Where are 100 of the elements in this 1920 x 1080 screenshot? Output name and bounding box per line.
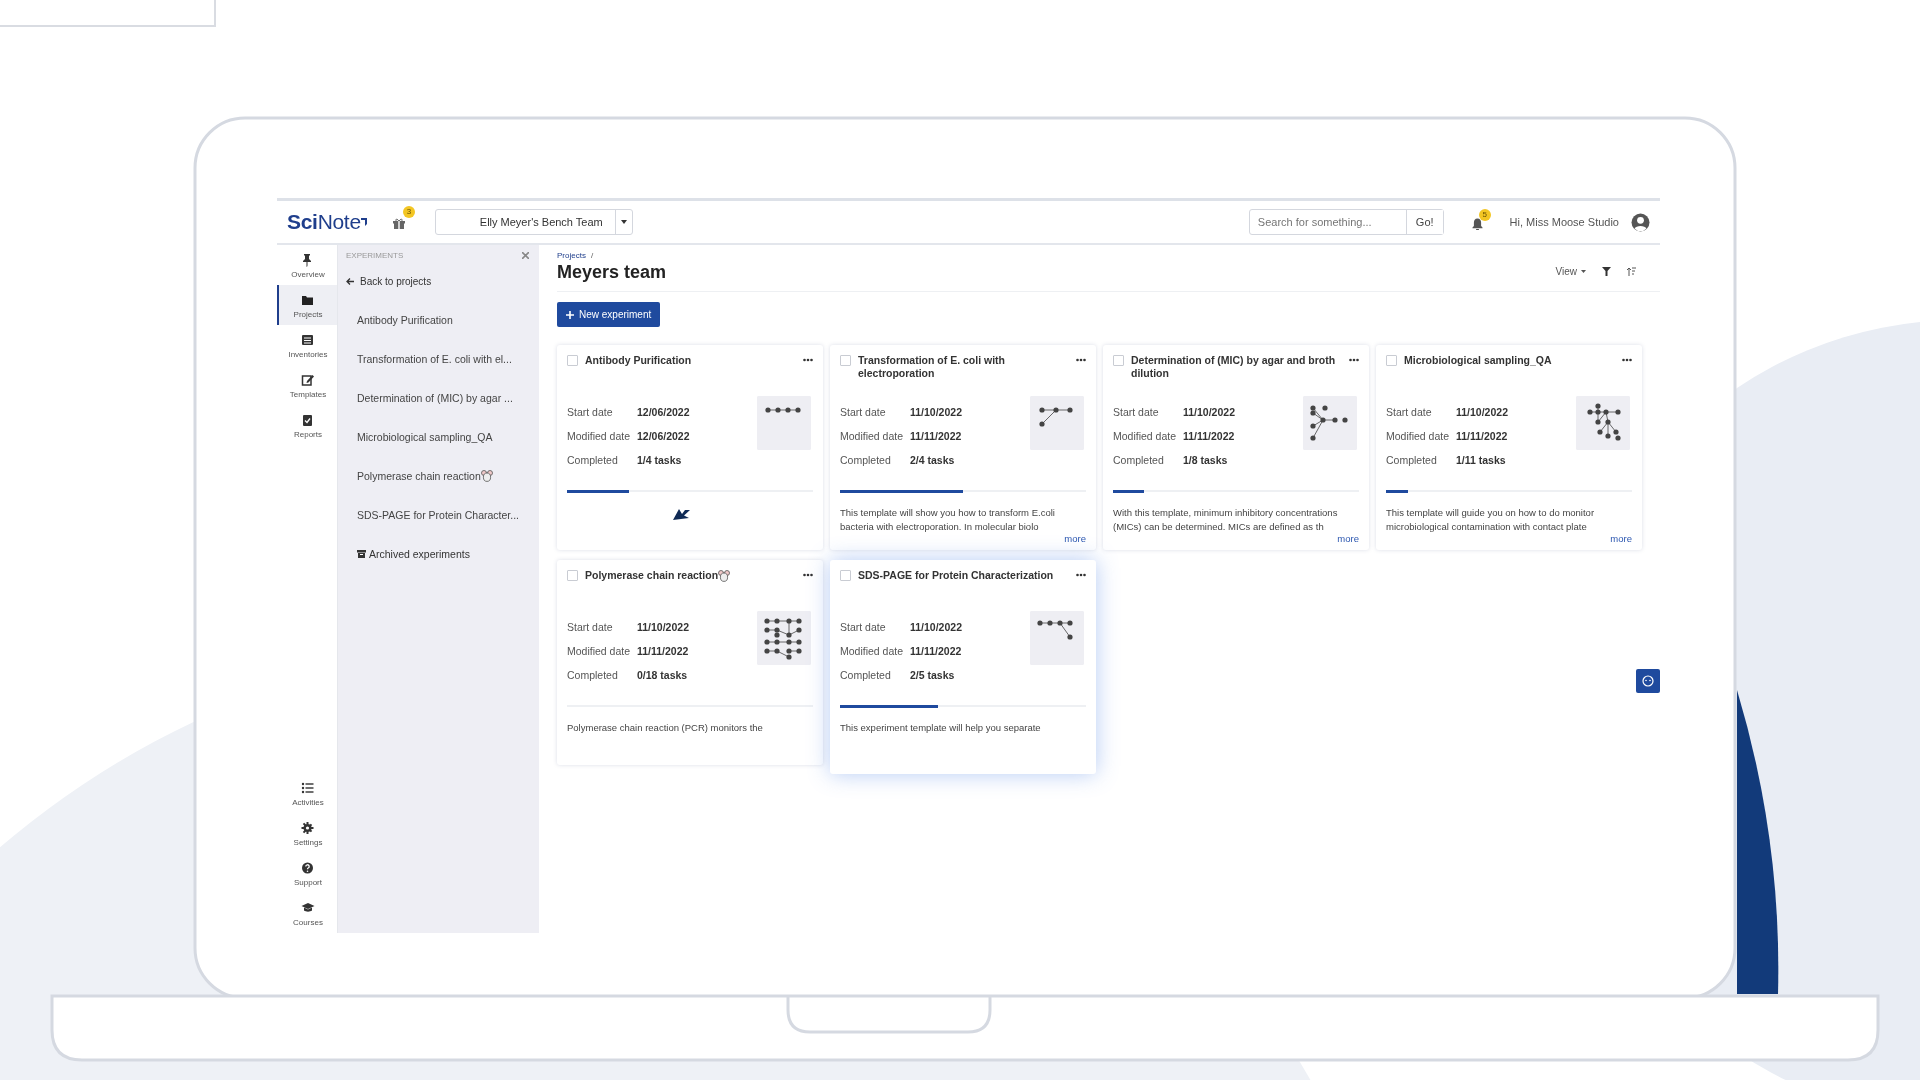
field-label: Modified date xyxy=(1113,430,1178,442)
notification-badge: 3 xyxy=(402,206,416,218)
experiment-link[interactable]: Antibody Purification xyxy=(338,314,539,326)
experiment-link[interactable]: Transformation of E. coli with el... xyxy=(338,353,539,365)
search-button[interactable]: Go! xyxy=(1405,210,1443,234)
more-link[interactable]: more xyxy=(1337,533,1359,544)
field-label: Start date xyxy=(1386,406,1433,418)
experiment-link[interactable]: Polymerase chain reaction xyxy=(338,470,539,482)
field-value: 1/8 tasks xyxy=(1183,454,1229,466)
more-options-icon[interactable] xyxy=(803,358,813,362)
folder-icon xyxy=(301,293,315,307)
chat-button[interactable] xyxy=(1636,669,1660,693)
settings-icon xyxy=(301,821,315,835)
more-link[interactable]: more xyxy=(1064,533,1086,544)
avatar-icon[interactable] xyxy=(1631,212,1650,232)
list-icon xyxy=(301,781,315,795)
field-value: 11/10/2022 xyxy=(1456,406,1508,418)
search-field[interactable]: Search for something... Go! xyxy=(1248,209,1444,235)
field-label: Completed xyxy=(1113,454,1165,466)
chat-icon xyxy=(1642,675,1654,687)
notification-badge: 5 xyxy=(1478,209,1491,221)
nav-item[interactable]: Templates xyxy=(277,365,337,405)
checkbox[interactable] xyxy=(840,570,851,581)
nav-item[interactable]: Support xyxy=(277,853,337,893)
plus-icon xyxy=(566,310,574,319)
description-text: bacteria with electroporation. In molecular biolo xyxy=(840,520,1039,534)
view-dropdown[interactable]: View xyxy=(1555,266,1586,277)
description-text: This template will show you how to transform E.coli xyxy=(840,506,1055,520)
description-text: This template will guide you on how to do monitor xyxy=(1386,506,1595,520)
experiment-card[interactable]: SDS-PAGE for Protein Characterization Start date 11/10/2022 Modified date 11/11/2022 Completed 2/5 tasks This experiment template will help you separate xyxy=(830,560,1096,774)
card-title: Transformation of E. coli with electroporation xyxy=(858,354,1006,380)
field-label: Start date xyxy=(1113,406,1160,418)
nav-item[interactable]: Settings xyxy=(277,813,337,853)
checkbox[interactable] xyxy=(840,355,851,366)
more-options-icon[interactable] xyxy=(1622,358,1632,362)
back-link[interactable]: Back to projects xyxy=(360,276,432,287)
field-value: 11/11/2022 xyxy=(637,645,689,657)
breadcrumb-link[interactable]: Projects xyxy=(557,251,586,260)
field-value: 2/4 tasks xyxy=(910,454,956,466)
bell-icon[interactable] xyxy=(1471,218,1483,230)
panel-heading: EXPERIMENTS xyxy=(346,251,404,260)
nav-item[interactable]: Inventories xyxy=(277,325,337,365)
nav-item[interactable]: Overview xyxy=(277,245,337,285)
field-label: Completed xyxy=(1386,454,1438,466)
experiment-card[interactable]: Microbiological sampling_QA Start date 11/10/2022 Modified date 11/11/2022 Completed 1/11 tasks This template will guide you on how to do monitor microbiological contamination with contact plate more xyxy=(1376,345,1642,550)
user-greeting: Hi, Miss Moose Studio xyxy=(1509,216,1619,228)
checkbox[interactable] xyxy=(1386,355,1397,366)
checkbox[interactable] xyxy=(1113,355,1124,366)
field-label: Modified date xyxy=(567,645,632,657)
experiment-card[interactable]: Antibody Purification Start date 12/06/2022 Modified date 12/06/2022 Completed 1/4 tasks xyxy=(557,345,823,550)
card-title: Antibody Purification xyxy=(585,354,693,367)
experiment-link[interactable]: Determination of (MIC) by agar ... xyxy=(338,392,539,404)
field-label: Completed xyxy=(567,454,619,466)
field-label: Start date xyxy=(840,406,887,418)
breadcrumb-separator: / xyxy=(590,251,594,260)
field-value: 12/06/2022 xyxy=(637,430,690,442)
experiment-link[interactable]: SDS-PAGE for Protein Character... xyxy=(338,509,539,521)
experiment-card[interactable] xyxy=(830,345,1096,550)
nav-item[interactable]: Courses xyxy=(277,893,337,933)
card-title: Determination of (MIC) by agar and broth dilution xyxy=(1131,354,1337,380)
field-value: 11/10/2022 xyxy=(1183,406,1235,418)
experiment-card[interactable]: Polymerase chain reaction Start date 11/10/2022 Modified date 11/11/2022 Completed 0/18 tasks Polymerase chain reaction (PCR) monitors the xyxy=(557,560,823,765)
archived-link[interactable]: Archived experiments xyxy=(369,548,470,560)
checkbox[interactable] xyxy=(567,570,578,581)
archive-icon xyxy=(357,550,366,558)
team-name: Elly Meyer's Bench Team xyxy=(478,216,604,228)
nav-item[interactable]: Projects xyxy=(277,285,337,325)
card-title: Microbiological sampling_QA xyxy=(1404,354,1553,367)
experiment-card[interactable] xyxy=(1103,345,1369,550)
new-experiment-button[interactable]: New experiment xyxy=(557,302,661,327)
field-value: 11/11/2022 xyxy=(910,430,962,442)
caret-icon xyxy=(620,220,627,224)
table-icon xyxy=(301,333,315,347)
more-options-icon[interactable] xyxy=(1349,358,1359,362)
arrow-left-icon xyxy=(346,278,354,285)
checkbox[interactable] xyxy=(567,355,578,366)
nav-item[interactable]: Activities xyxy=(277,773,337,813)
nav-item[interactable]: Reports xyxy=(277,405,337,445)
field-value: 0/18 tasks xyxy=(637,669,689,681)
more-options-icon[interactable] xyxy=(803,573,813,577)
field-label: Completed xyxy=(567,669,619,681)
team-dropdown[interactable]: Elly Meyer's Bench Team xyxy=(434,209,633,235)
field-value: 12/06/2022 xyxy=(637,406,690,418)
more-link[interactable]: more xyxy=(1610,533,1632,544)
clipboard-icon xyxy=(301,413,315,427)
card-title: Polymerase chain reaction xyxy=(585,569,719,582)
field-value: 2/5 tasks xyxy=(910,669,956,681)
description-text: (MICs) can be determined. MICs are defined as th xyxy=(1113,520,1324,534)
experiment-link[interactable]: Microbiological sampling_QA xyxy=(338,431,539,443)
description-text: Polymerase chain reaction (PCR) monitors the xyxy=(567,721,763,735)
close-icon[interactable] xyxy=(522,252,529,259)
more-options-icon[interactable] xyxy=(1076,573,1086,577)
sort-icon[interactable] xyxy=(1627,267,1636,276)
filter-icon[interactable] xyxy=(1602,267,1611,276)
field-label: Modified date xyxy=(567,430,632,442)
more-options-icon[interactable] xyxy=(1076,358,1086,362)
edit-icon xyxy=(301,373,315,387)
graduation-cap-icon xyxy=(301,901,315,915)
field-value: 11/10/2022 xyxy=(637,621,689,633)
field-label: Start date xyxy=(567,406,614,418)
